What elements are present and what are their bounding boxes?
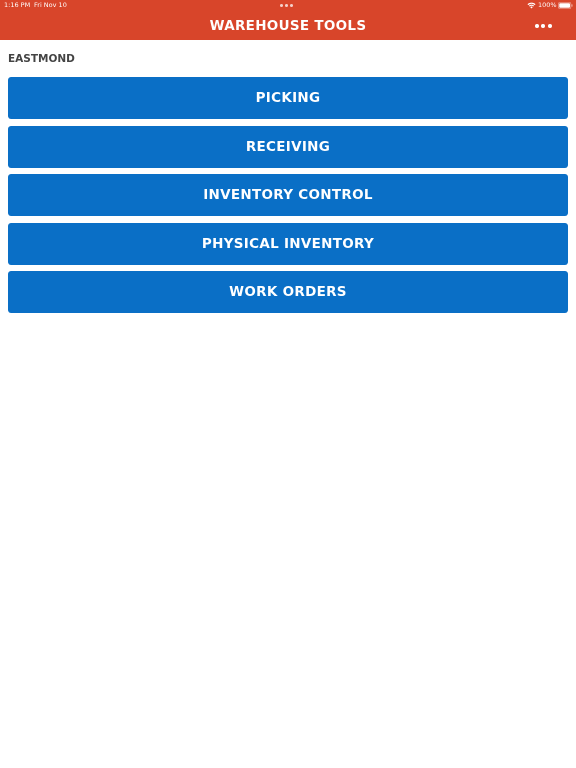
battery-icon xyxy=(558,2,573,9)
main-menu: PICKING RECEIVING INVENTORY CONTROL PHYS… xyxy=(8,77,568,320)
status-time: 1:16 PM xyxy=(4,1,31,9)
wifi-icon xyxy=(527,2,536,9)
receiving-button[interactable]: RECEIVING xyxy=(8,125,568,168)
header-bar: 1:16 PM Fri Nov 10 100% WAREHOUSE TOOLS xyxy=(0,0,576,40)
battery-percentage: 100% xyxy=(538,1,557,9)
picking-button[interactable]: PICKING xyxy=(8,77,568,119)
location-label: EASTMOND xyxy=(8,53,75,65)
status-date: Fri Nov 10 xyxy=(34,1,67,9)
inventory-control-button[interactable]: INVENTORY CONTROL xyxy=(8,174,568,216)
physical-inventory-button[interactable]: PHYSICAL INVENTORY xyxy=(8,222,568,265)
more-horizontal-icon[interactable] xyxy=(528,17,558,35)
status-bar: 1:16 PM Fri Nov 10 100% xyxy=(0,0,576,11)
work-orders-button[interactable]: WORK ORDERS xyxy=(8,271,568,313)
multitasking-icon[interactable] xyxy=(280,4,293,7)
page-title: WAREHOUSE TOOLS xyxy=(209,18,367,34)
